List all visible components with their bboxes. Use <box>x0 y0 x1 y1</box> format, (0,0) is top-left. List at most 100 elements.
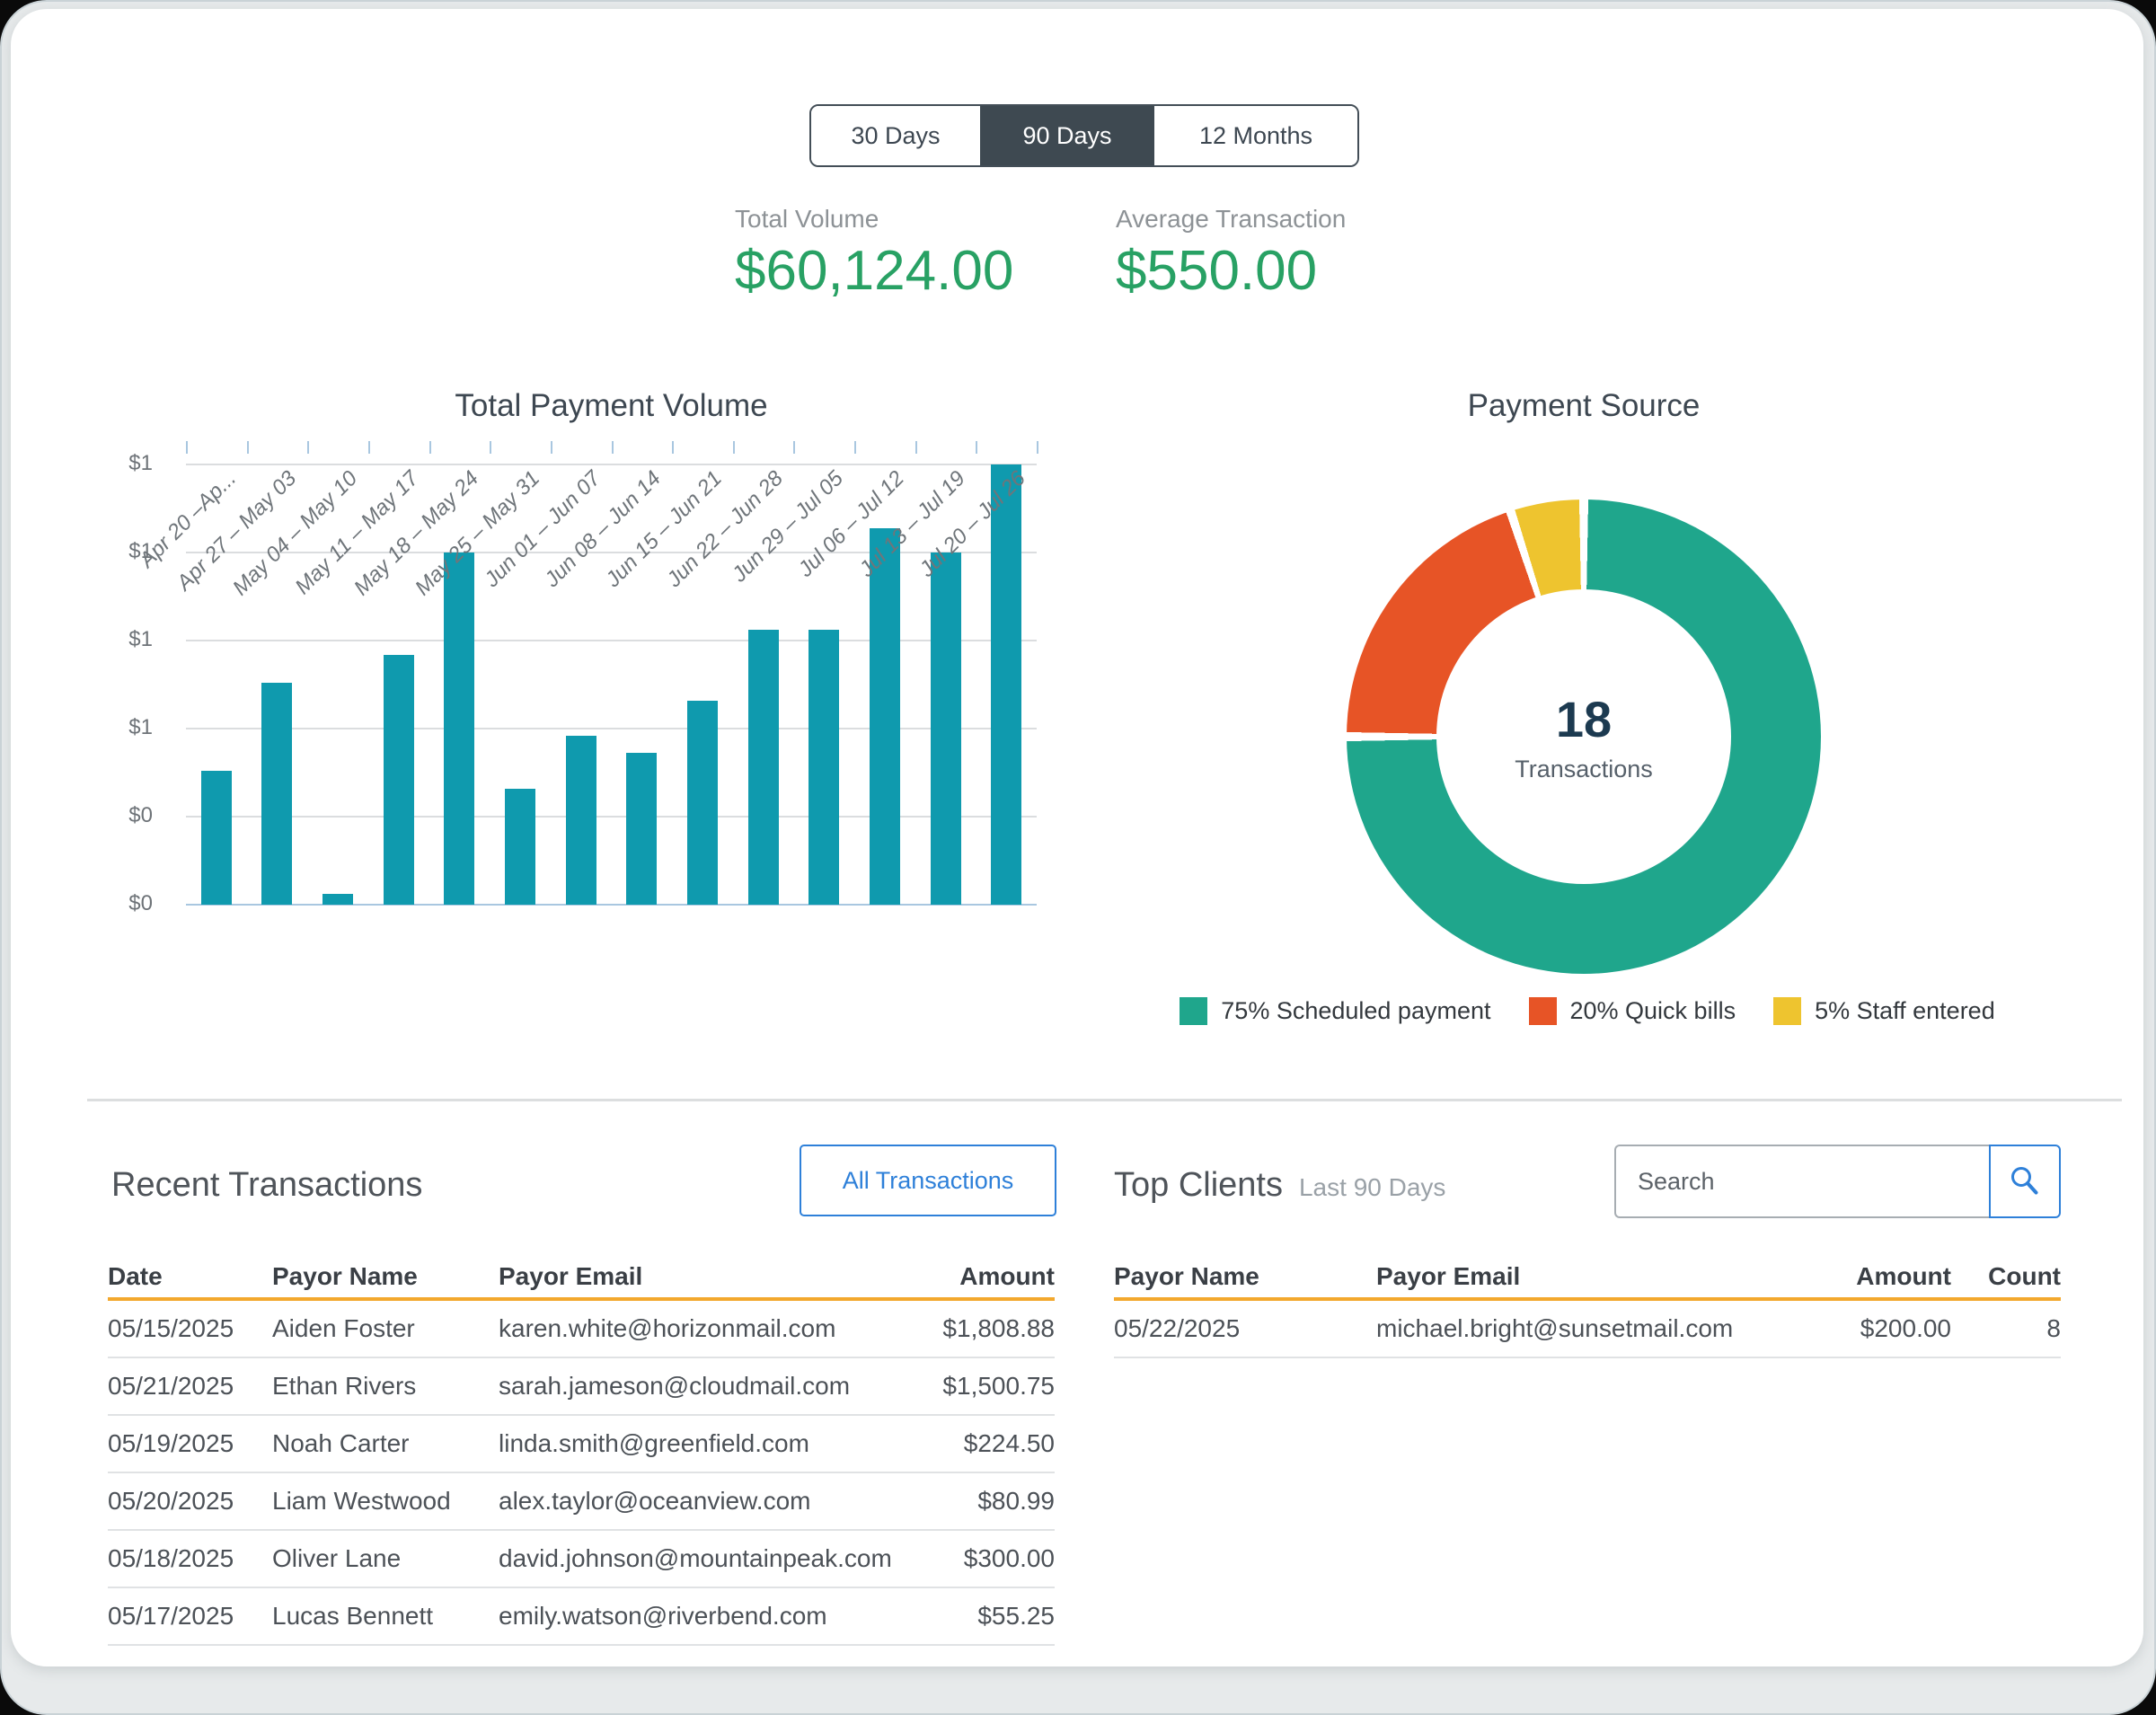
legend-item: 75% Scheduled payment <box>1180 997 1490 1025</box>
table-cell: 8 <box>1951 1314 2061 1343</box>
legend-swatch <box>1529 997 1557 1025</box>
legend-label: 20% Quick bills <box>1570 997 1736 1025</box>
x-axis-tick <box>368 441 370 454</box>
column-header: Amount <box>1816 1262 1951 1291</box>
average-transaction-value: $550.00 <box>1116 239 1346 303</box>
gridline <box>186 816 1037 818</box>
donut-legend: 75% Scheduled payment20% Quick bills5% S… <box>1197 997 1978 1025</box>
table-row: 05/21/2025Ethan Riverssarah.jameson@clou… <box>108 1358 1055 1416</box>
table-header-row: Payor NamePayor EmailAmountCount <box>1114 1256 2061 1301</box>
x-axis-tick <box>793 441 795 454</box>
bar <box>991 464 1021 905</box>
table-cell: alex.taylor@oceanview.com <box>499 1487 893 1516</box>
bar <box>261 683 292 905</box>
recent-transactions-table: DatePayor NamePayor EmailAmount05/15/202… <box>108 1256 1055 1646</box>
table-cell: $200.00 <box>1816 1314 1951 1343</box>
gridline <box>186 640 1037 641</box>
table-cell: Aiden Foster <box>272 1314 499 1343</box>
legend-item: 20% Quick bills <box>1529 997 1736 1025</box>
x-axis-tick <box>854 441 856 454</box>
column-header: Payor Email <box>1376 1262 1816 1291</box>
table-row: 05/19/2025Noah Carterlinda.smith@greenfi… <box>108 1416 1055 1473</box>
x-axis-tick <box>551 441 552 454</box>
top-clients-title: Top Clients <box>1114 1166 1283 1205</box>
tab-90-days[interactable]: 90 Days <box>980 106 1154 165</box>
table-cell: $224.50 <box>893 1429 1055 1458</box>
tab-30-days[interactable]: 30 Days <box>811 106 980 165</box>
table-cell: Lucas Bennett <box>272 1602 499 1631</box>
table-cell: $1,808.88 <box>893 1314 1055 1343</box>
table-cell: michael.bright@sunsetmail.com <box>1376 1314 1816 1343</box>
table-cell: 05/15/2025 <box>108 1314 272 1343</box>
top-clients-subtitle: Last 90 Days <box>1299 1173 1445 1202</box>
bar-chart-title: Total Payment Volume <box>186 388 1037 424</box>
table-cell: 05/19/2025 <box>108 1429 272 1458</box>
table-cell: karen.white@horizonmail.com <box>499 1314 893 1343</box>
legend-label: 5% Staff entered <box>1815 997 1995 1025</box>
x-axis-tick <box>490 441 491 454</box>
gridline <box>186 728 1037 729</box>
gridline <box>186 552 1037 553</box>
bar <box>808 630 839 905</box>
column-header: Count <box>1951 1262 2061 1291</box>
bar <box>748 630 779 905</box>
column-header: Amount <box>893 1262 1055 1291</box>
search-button[interactable] <box>1989 1145 2061 1218</box>
table-cell: Oliver Lane <box>272 1544 499 1573</box>
x-axis-tick <box>429 441 431 454</box>
table-row: 05/15/2025Aiden Fosterkaren.white@horizo… <box>108 1301 1055 1358</box>
donut-chart-title: Payment Source <box>1224 388 1943 424</box>
table-cell: Liam Westwood <box>272 1487 499 1516</box>
bar <box>444 553 474 905</box>
search-icon <box>2008 1164 2042 1198</box>
table-cell: david.johnson@mountainpeak.com <box>499 1544 893 1573</box>
section-divider <box>87 1099 2122 1101</box>
y-axis-tick-label: $1 <box>99 627 153 652</box>
table-row: 05/20/2025Liam Westwoodalex.taylor@ocean… <box>108 1473 1055 1531</box>
total-volume-stat: Total Volume $60,124.00 <box>735 205 1013 303</box>
total-volume-value: $60,124.00 <box>735 239 1013 303</box>
tab-12-months[interactable]: 12 Months <box>1154 106 1357 165</box>
table-cell: sarah.jameson@cloudmail.com <box>499 1372 893 1401</box>
y-axis-tick-label: $0 <box>99 891 153 916</box>
x-axis-line <box>186 904 1037 906</box>
table-row: 05/22/2025michael.bright@sunsetmail.com$… <box>1114 1301 2061 1358</box>
table-cell: $1,500.75 <box>893 1372 1055 1401</box>
search-input[interactable] <box>1616 1146 1989 1216</box>
legend-item: 5% Staff entered <box>1773 997 1995 1025</box>
x-axis-tick <box>247 441 249 454</box>
column-header: Date <box>108 1262 272 1291</box>
all-transactions-button[interactable]: All Transactions <box>800 1145 1056 1216</box>
table-cell: 05/21/2025 <box>108 1372 272 1401</box>
legend-swatch <box>1180 997 1207 1025</box>
table-cell: $300.00 <box>893 1544 1055 1573</box>
top-clients-table: Payor NamePayor EmailAmountCount05/22/20… <box>1114 1256 2061 1358</box>
table-row: 05/17/2025Lucas Bennettemily.watson@rive… <box>108 1588 1055 1646</box>
table-cell: linda.smith@greenfield.com <box>499 1429 893 1458</box>
bar <box>201 771 232 905</box>
legend-label: 75% Scheduled payment <box>1221 997 1490 1025</box>
x-axis-tick <box>612 441 614 454</box>
table-cell: 05/17/2025 <box>108 1602 272 1631</box>
column-header: Payor Name <box>1114 1262 1376 1291</box>
bar <box>870 528 900 905</box>
search-box <box>1614 1145 1989 1218</box>
bar <box>323 894 353 905</box>
bar <box>384 655 414 905</box>
x-axis-tick <box>307 441 309 454</box>
bar <box>566 736 596 905</box>
period-tab-group: 30 Days 90 Days 12 Months <box>809 104 1359 167</box>
x-axis-tick <box>186 441 188 454</box>
x-axis-tick <box>976 441 977 454</box>
top-clients-heading: Top Clients Last 90 Days <box>1114 1166 1445 1205</box>
bar <box>626 753 657 905</box>
table-cell: Noah Carter <box>272 1429 499 1458</box>
y-axis-tick-label: $1 <box>99 715 153 740</box>
gridline <box>186 464 1037 465</box>
x-axis-tick <box>733 441 735 454</box>
y-axis-tick-label: $0 <box>99 803 153 828</box>
table-cell: emily.watson@riverbend.com <box>499 1602 893 1631</box>
average-transaction-label: Average Transaction <box>1116 205 1346 234</box>
transactions-count: 18 <box>1556 690 1612 748</box>
table-cell: $80.99 <box>893 1487 1055 1516</box>
